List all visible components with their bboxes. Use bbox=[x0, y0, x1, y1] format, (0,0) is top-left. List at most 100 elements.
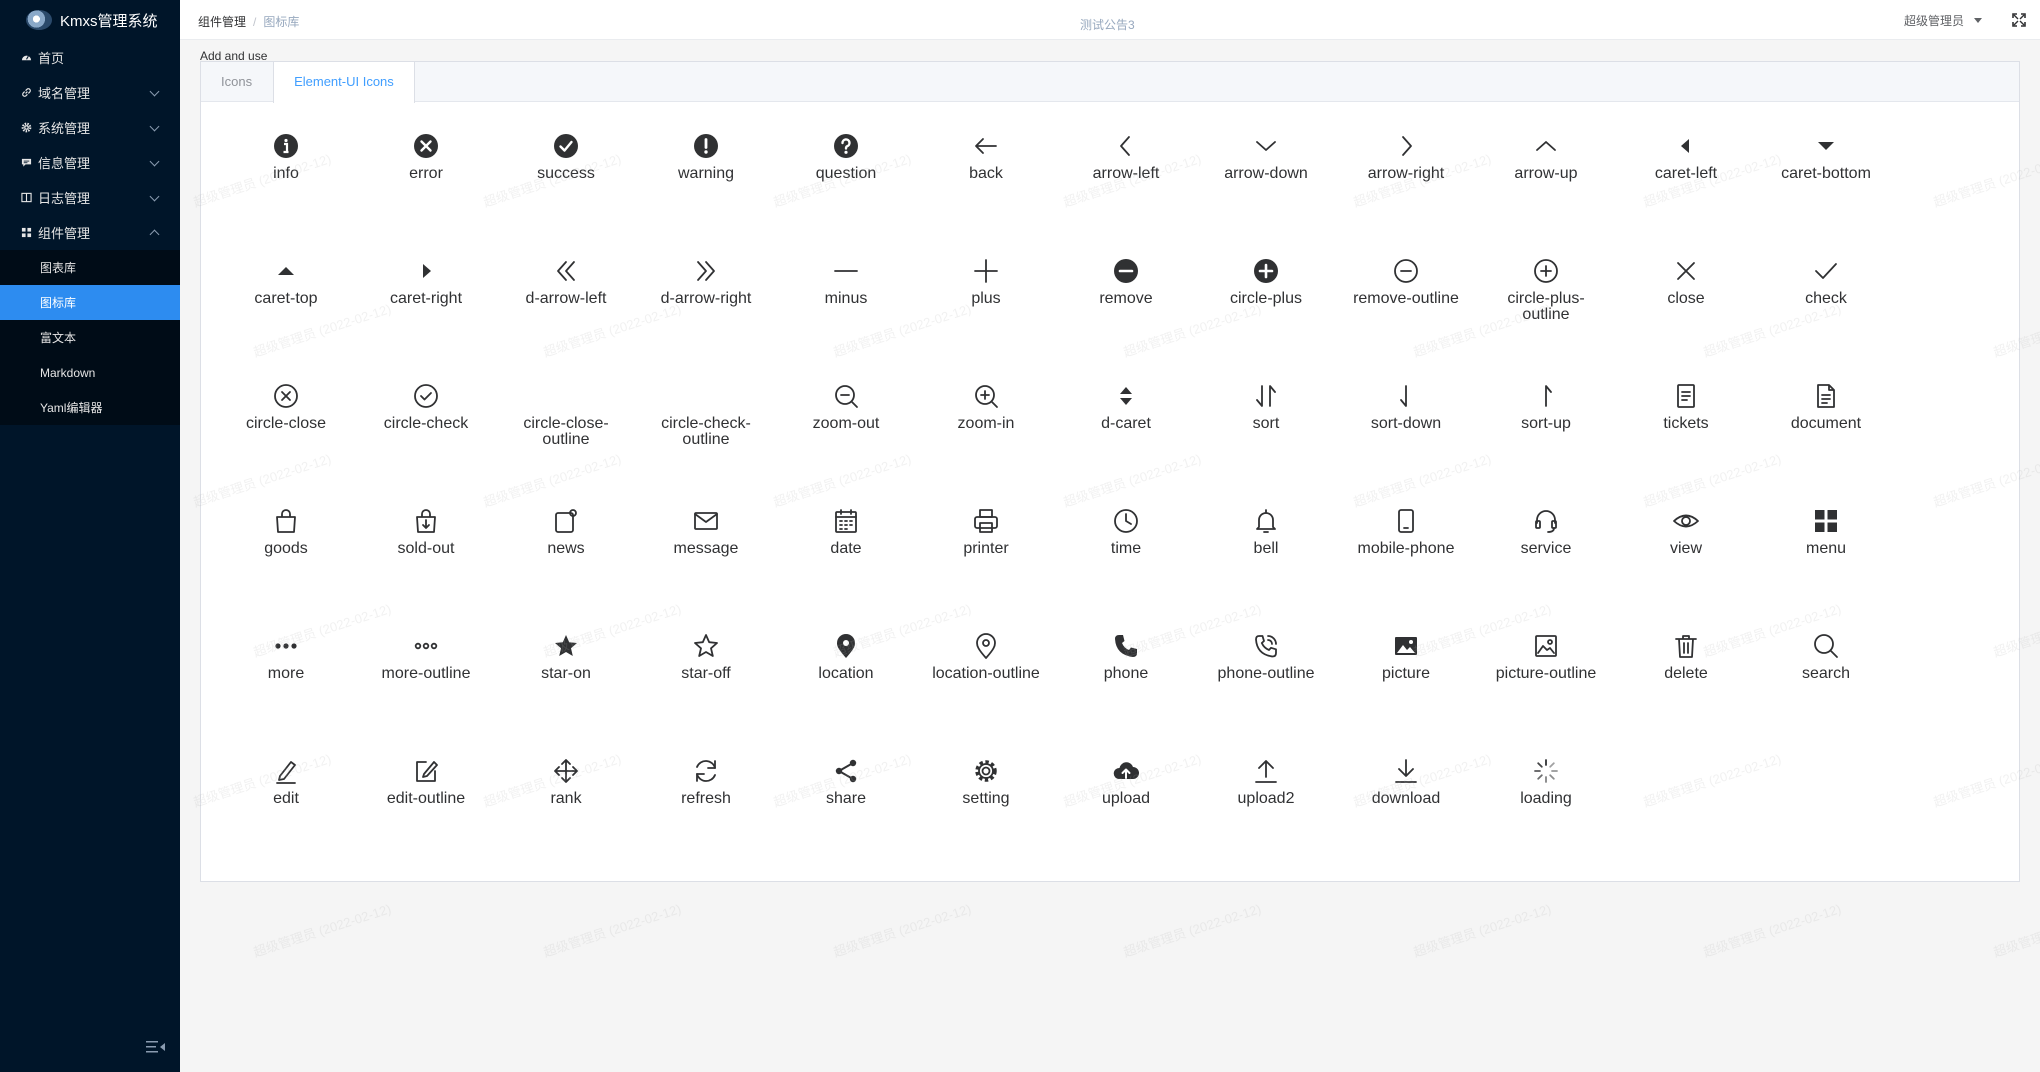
icon-item-picture[interactable]: picture bbox=[1336, 620, 1476, 745]
icon-item-loading[interactable]: loading bbox=[1476, 745, 1616, 870]
icon-item-tickets[interactable]: tickets bbox=[1616, 370, 1756, 495]
icon-item-caret-bottom[interactable]: caret-bottom bbox=[1756, 120, 1896, 245]
icon-item-arrow-up[interactable]: arrow-up bbox=[1476, 120, 1616, 245]
icon-label: arrow-up bbox=[1514, 165, 1578, 182]
icon-item-download[interactable]: download bbox=[1336, 745, 1476, 870]
icon-item-mobile-phone[interactable]: mobile-phone bbox=[1336, 495, 1476, 620]
icon-item-delete[interactable]: delete bbox=[1616, 620, 1756, 745]
icon-item-arrow-down[interactable]: arrow-down bbox=[1196, 120, 1336, 245]
icon-item-phone[interactable]: phone bbox=[1056, 620, 1196, 745]
breadcrumb-item-parent[interactable]: 组件管理 bbox=[198, 15, 246, 29]
icon-item-caret-left[interactable]: caret-left bbox=[1616, 120, 1756, 245]
icon-item-close[interactable]: close bbox=[1616, 245, 1756, 370]
icon-item-circle-close[interactable]: circle-close bbox=[216, 370, 356, 495]
sidebar-item-1[interactable]: 域名管理 bbox=[0, 75, 180, 110]
icon-item-location-outline[interactable]: location-outline bbox=[916, 620, 1056, 745]
icon-item-time[interactable]: time bbox=[1056, 495, 1196, 620]
icon-item-caret-top[interactable]: caret-top bbox=[216, 245, 356, 370]
icon-item-sort[interactable]: sort bbox=[1196, 370, 1336, 495]
icon-item-check[interactable]: check bbox=[1756, 245, 1896, 370]
icon-item-circle-plus[interactable]: circle-plus bbox=[1196, 245, 1336, 370]
icon-item-menu[interactable]: menu bbox=[1756, 495, 1896, 620]
icon-item-share[interactable]: share bbox=[776, 745, 916, 870]
watermark-text: 超级管理员 (2022-02-12) bbox=[251, 901, 393, 960]
arrow-up-icon bbox=[1536, 141, 1556, 151]
sidebar-item-0[interactable]: 首页 bbox=[0, 40, 180, 75]
icon-item-d-arrow-right[interactable]: d-arrow-right bbox=[636, 245, 776, 370]
sidebar-item-5[interactable]: 组件管理 bbox=[0, 215, 180, 250]
icon-item-upload[interactable]: upload bbox=[1056, 745, 1196, 870]
icon-item-star-on[interactable]: star-on bbox=[496, 620, 636, 745]
icon-item-back[interactable]: back bbox=[916, 120, 1056, 245]
icon-item-news[interactable]: news bbox=[496, 495, 636, 620]
icon-item-upload2[interactable]: upload2 bbox=[1196, 745, 1336, 870]
notice-text[interactable]: 测试公告3 bbox=[1080, 16, 1135, 33]
icon-item-zoom-in[interactable]: zoom-in bbox=[916, 370, 1056, 495]
icon-item-view[interactable]: view bbox=[1616, 495, 1756, 620]
icon-item-printer[interactable]: printer bbox=[916, 495, 1056, 620]
icon-item-minus[interactable]: minus bbox=[776, 245, 916, 370]
icon-item-arrow-right[interactable]: arrow-right bbox=[1336, 120, 1476, 245]
icon-item-bell[interactable]: bell bbox=[1196, 495, 1336, 620]
icon-item-remove-outline[interactable]: remove-outline bbox=[1336, 245, 1476, 370]
icon-item-caret-right[interactable]: caret-right bbox=[356, 245, 496, 370]
sidebar-item-3[interactable]: 信息管理 bbox=[0, 145, 180, 180]
user-dropdown[interactable]: 超级管理员 bbox=[1904, 12, 1982, 29]
icon-item-circle-check[interactable]: circle-check bbox=[356, 370, 496, 495]
icon-item-remove[interactable]: remove bbox=[1056, 245, 1196, 370]
icon-item-circle-close-outline[interactable]: circle-close-outline bbox=[496, 370, 636, 495]
icon-item-more-outline[interactable]: more-outline bbox=[356, 620, 496, 745]
submenu-item-3[interactable]: Markdown bbox=[0, 355, 180, 390]
icon-item-sold-out[interactable]: sold-out bbox=[356, 495, 496, 620]
icon-item-d-arrow-left[interactable]: d-arrow-left bbox=[496, 245, 636, 370]
icon-item-refresh[interactable]: refresh bbox=[636, 745, 776, 870]
icon-item-location[interactable]: location bbox=[776, 620, 916, 745]
icon-item-zoom-out[interactable]: zoom-out bbox=[776, 370, 916, 495]
submenu-item-1[interactable]: 图标库 bbox=[0, 285, 180, 320]
sidebar-item-4[interactable]: 日志管理 bbox=[0, 180, 180, 215]
icon-item-goods[interactable]: goods bbox=[216, 495, 356, 620]
icon-item-star-off[interactable]: star-off bbox=[636, 620, 776, 745]
icon-item-circle-check-outline[interactable]: circle-check-outline bbox=[636, 370, 776, 495]
icon-item-picture-outline[interactable]: picture-outline bbox=[1476, 620, 1616, 745]
icon-item-d-caret[interactable]: d-caret bbox=[1056, 370, 1196, 495]
icon-item-phone-outline[interactable]: phone-outline bbox=[1196, 620, 1336, 745]
icon-item-more[interactable]: more bbox=[216, 620, 356, 745]
icon-item-sort-up[interactable]: sort-up bbox=[1476, 370, 1616, 495]
submenu-item-4[interactable]: Yaml编辑器 bbox=[0, 390, 180, 425]
caret-left-icon bbox=[1681, 139, 1689, 153]
icon-item-error[interactable]: error bbox=[356, 120, 496, 245]
icon-item-search[interactable]: search bbox=[1756, 620, 1896, 745]
app-logo[interactable]: Kmxs管理系统 bbox=[0, 0, 180, 40]
icon-item-edit[interactable]: edit bbox=[216, 745, 356, 870]
icon-item-setting[interactable]: setting bbox=[916, 745, 1056, 870]
warning-icon bbox=[694, 134, 718, 158]
fullscreen-icon[interactable] bbox=[2012, 13, 2026, 27]
icon-item-circle-plus-outline[interactable]: circle-plus-outline bbox=[1476, 245, 1616, 370]
circle-close-outline-icon bbox=[552, 382, 580, 410]
sidebar-item-2[interactable]: 系统管理 bbox=[0, 110, 180, 145]
icon-item-message[interactable]: message bbox=[636, 495, 776, 620]
icon-item-service[interactable]: service bbox=[1476, 495, 1616, 620]
icon-item-success[interactable]: success bbox=[496, 120, 636, 245]
submenu-item-2[interactable]: 富文本 bbox=[0, 320, 180, 355]
collapse-sidebar-icon[interactable] bbox=[146, 1040, 166, 1054]
icon-item-warning[interactable]: warning bbox=[636, 120, 776, 245]
plus-icon bbox=[974, 259, 998, 283]
search-icon bbox=[1814, 634, 1838, 658]
icon-item-info[interactable]: info bbox=[216, 120, 356, 245]
icon-item-edit-outline[interactable]: edit-outline bbox=[356, 745, 496, 870]
submenu-item-0[interactable]: 图表库 bbox=[0, 250, 180, 285]
tab-icons[interactable]: Icons bbox=[201, 62, 273, 102]
icon-item-question[interactable]: question bbox=[776, 120, 916, 245]
icon-label: circle-check bbox=[383, 415, 469, 432]
icon-item-arrow-left[interactable]: arrow-left bbox=[1056, 120, 1196, 245]
tab-element-ui-icons[interactable]: Element-UI Icons bbox=[273, 62, 415, 103]
icon-item-plus[interactable]: plus bbox=[916, 245, 1056, 370]
icon-item-date[interactable]: date bbox=[776, 495, 916, 620]
icon-item-sort-down[interactable]: sort-down bbox=[1336, 370, 1476, 495]
icon-item-document[interactable]: document bbox=[1756, 370, 1896, 495]
icon-label: arrow-left bbox=[1092, 165, 1160, 182]
time-icon bbox=[1114, 509, 1138, 533]
icon-item-rank[interactable]: rank bbox=[496, 745, 636, 870]
